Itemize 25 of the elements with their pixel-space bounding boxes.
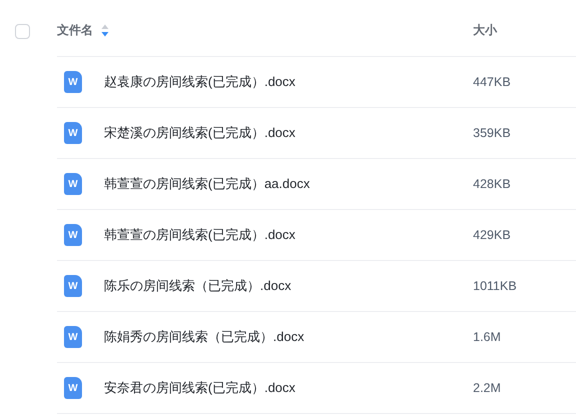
column-header[interactable]: 大小 <box>473 22 497 39</box>
file-size: 359KB <box>473 126 511 140</box>
file-name[interactable]: 安奈君の房间线索(已完成）.docx <box>104 379 296 397</box>
word-document-icon: W <box>64 122 82 144</box>
file-size: 2.2M <box>473 381 501 395</box>
file-name[interactable]: 赵袁康の房间线索(已完成）.docx <box>104 73 296 91</box>
file-name[interactable]: 陈乐の房间线索（已完成）.docx <box>104 277 292 295</box>
file-size: 1011KB <box>473 279 517 293</box>
column-header[interactable]: 文件名 <box>57 22 93 39</box>
file-size: 447KB <box>473 75 511 89</box>
file-name[interactable]: 韩萱萱の房间线索(已完成）aa.docx <box>104 175 310 193</box>
word-document-icon: W <box>64 224 82 246</box>
word-document-icon: W <box>64 377 82 399</box>
file-name[interactable]: 陈娟秀の房间线索（已完成）.docx <box>104 328 304 346</box>
file-size: 1.6M <box>473 330 501 344</box>
file-name[interactable]: 韩萱萱の房间线索(已完成）.docx <box>104 226 296 244</box>
sort-icon[interactable] <box>101 24 109 37</box>
word-document-icon: W <box>64 173 82 195</box>
file-name[interactable]: 宋楚溪の房间线索(已完成）.docx <box>104 124 296 142</box>
word-document-icon: W <box>64 326 82 348</box>
file-size: 429KB <box>473 228 511 242</box>
select-all-checkbox[interactable] <box>15 24 30 38</box>
file-size: 428KB <box>473 177 511 191</box>
word-document-icon: W <box>64 71 82 93</box>
word-document-icon: W <box>64 275 82 297</box>
